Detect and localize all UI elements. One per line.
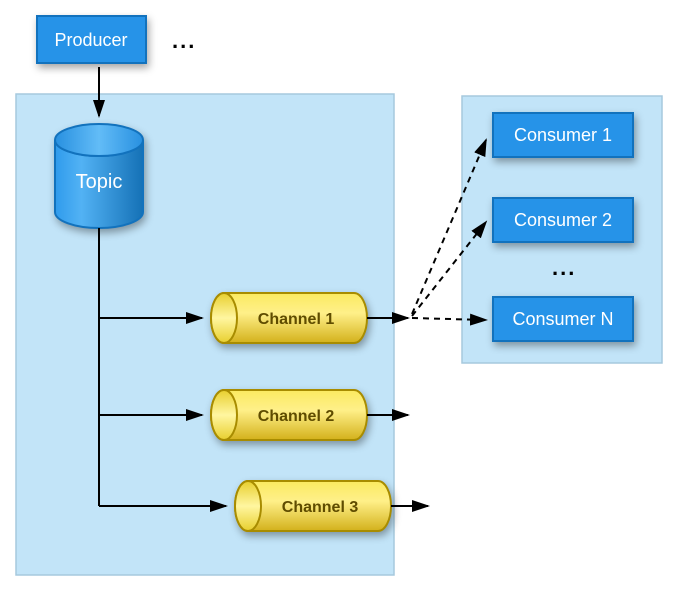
- consumer-ellipsis: ...: [552, 255, 576, 280]
- producer-label: Producer: [54, 30, 127, 50]
- producer-box: Producer: [37, 16, 146, 63]
- topic-cylinder: Topic: [55, 124, 143, 228]
- consumer-n-label: Consumer N: [512, 309, 613, 329]
- channel-2-label: Channel 2: [258, 408, 335, 425]
- topic-label: Topic: [76, 171, 123, 193]
- channel-2-cylinder: Channel 2: [211, 390, 367, 440]
- channel-1-label: Channel 1: [258, 311, 335, 328]
- consumer-2-box: Consumer 2: [493, 198, 633, 242]
- channel-1-cylinder: Channel 1: [211, 293, 367, 343]
- channel-3-label: Channel 3: [282, 499, 359, 516]
- consumer-n-box: Consumer N: [493, 297, 633, 341]
- consumer-1-label: Consumer 1: [514, 125, 612, 145]
- consumer-2-label: Consumer 2: [514, 210, 612, 230]
- producer-ellipsis: ...: [172, 28, 196, 53]
- channel-3-cylinder: Channel 3: [235, 481, 391, 531]
- consumer-1-box: Consumer 1: [493, 113, 633, 157]
